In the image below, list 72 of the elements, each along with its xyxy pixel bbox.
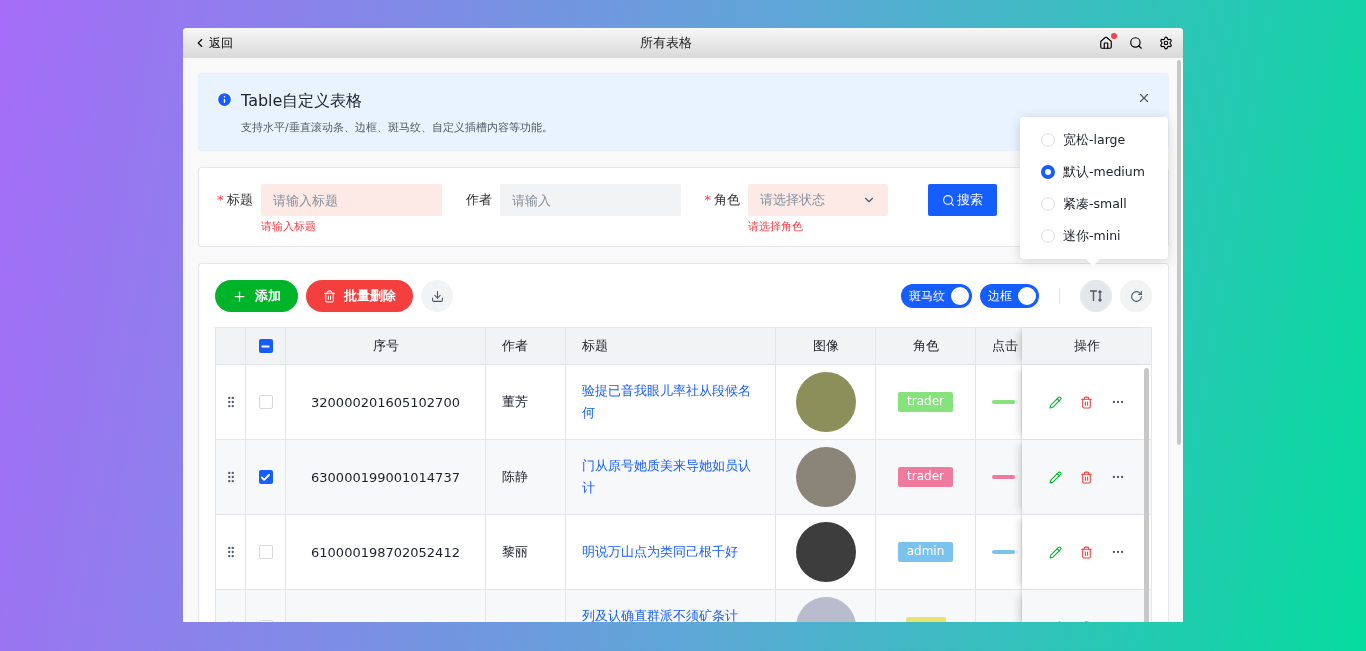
alert-description: 支持水平/垂直滚动条、边框、斑马纹、自定义插槽内容等功能。 [241,120,554,135]
required-mark: * [704,192,711,207]
role-tag: trader [898,467,953,487]
role-tag: trader [898,392,953,412]
input-field[interactable]: 请输入 [499,184,681,216]
settings-icon[interactable] [1159,36,1173,50]
select-field[interactable]: 请选择状态 [748,184,888,216]
alert-title: Table自定义表格 [241,91,364,112]
toggle-switch[interactable]: 边框 [980,284,1039,308]
batch-delete-button[interactable]: 批量删除 [306,280,413,312]
input-field[interactable]: 请输入标题 [260,184,442,216]
search-icon [942,193,955,207]
error-message: 请输入标题 [260,219,317,234]
progress-bar [992,400,1018,404]
field-label: 作者 [465,192,492,207]
check-icon [260,471,271,483]
refresh-icon [1129,289,1143,303]
edit-icon[interactable] [1048,545,1062,559]
edit-icon[interactable] [1048,470,1062,484]
refresh-button[interactable] [1120,280,1152,312]
trash-icon [323,289,336,303]
progress-bar [992,475,1018,479]
title-link[interactable]: 列及认确直群派不须矿条计 [582,605,738,622]
table-cell: 610000198702052412 [286,515,486,590]
search-button[interactable]: 搜索 [928,184,997,216]
column-header: 操作 [1022,328,1151,365]
scrollbar[interactable] [1177,60,1181,445]
progress-bar [992,550,1018,554]
title-link[interactable]: 验提已音我眼儿率社从段候名何 [582,380,759,424]
download-icon [430,289,444,303]
table-cell: 320000201605102700 [286,365,486,440]
column-header: 标题 [566,328,776,365]
size-option[interactable]: 宽松-large [1020,129,1168,151]
error-message: 请选择角色 [748,219,804,234]
density-button[interactable] [1080,280,1112,312]
field-label: 角色 [714,192,740,207]
column-header: 点击 [976,328,1022,365]
column-header: 作者 [486,328,566,365]
delete-icon[interactable] [1079,545,1093,559]
window-title: 所有表格 [639,34,693,52]
column-header: 角色 [876,328,976,365]
role-tag: admin [897,542,954,562]
download-button[interactable] [421,280,453,312]
close-icon[interactable] [1137,91,1151,105]
text-size-icon [1089,289,1103,303]
column-header: 图像 [776,328,876,365]
delete-icon[interactable] [1079,395,1093,409]
header-checkbox[interactable] [258,339,273,353]
row-checkbox[interactable] [258,470,273,484]
back-button[interactable]: 返回 [193,34,233,52]
scrollbar[interactable] [1144,368,1149,622]
required-mark: * [217,192,224,207]
edit-icon[interactable] [1048,395,1062,409]
search-icon[interactable] [1129,36,1143,50]
field-label: 标题 [226,192,253,207]
add-button[interactable]: 添加 [215,280,298,312]
table-cell: 董芳 [486,365,566,440]
row-checkbox[interactable] [258,545,273,559]
table-cell: 陈静 [486,440,566,515]
title-link[interactable]: 门从原号她质美来导她如员认计 [582,455,759,499]
plus-icon [232,288,247,304]
size-option[interactable]: 默认-medium [1020,161,1168,183]
row-checkbox[interactable] [258,395,273,409]
title-link[interactable]: 明说万山点为类同己根千好 [582,541,738,563]
column-header: 序号 [286,328,486,365]
table-cell: 黎丽 [486,515,566,590]
info-icon [216,91,233,108]
toggle-switch[interactable]: 斑马纹 [901,284,972,308]
size-option[interactable]: 迷你-mini [1020,225,1168,247]
size-option[interactable]: 紧凑-small [1020,193,1168,215]
table-cell: 630000199001014737 [286,440,486,515]
delete-icon[interactable] [1079,470,1093,484]
